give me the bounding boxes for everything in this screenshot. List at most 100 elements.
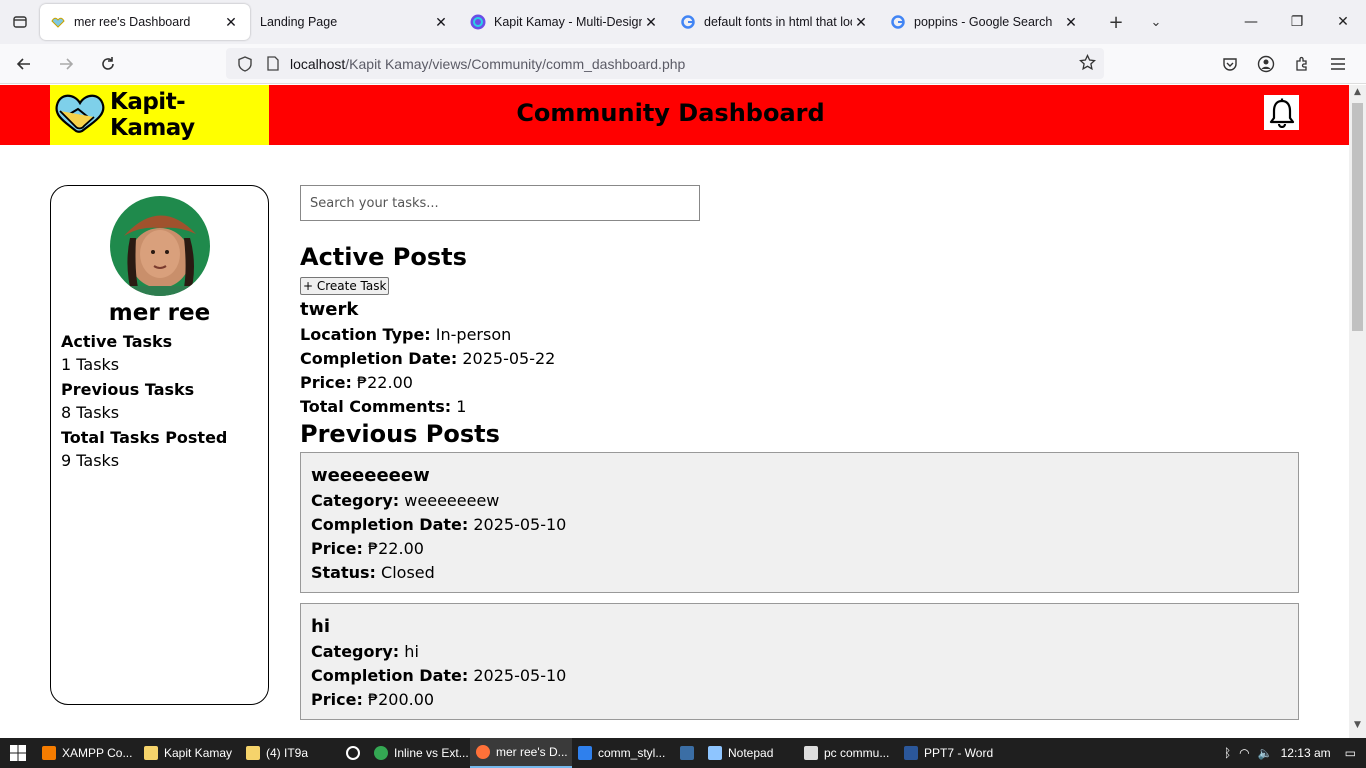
new-tab-icon[interactable]: + bbox=[1096, 12, 1136, 33]
taskbar-item-xampp[interactable]: XAMPP Co... bbox=[36, 738, 138, 768]
google-favicon-icon bbox=[680, 14, 696, 30]
stat-value-total: 9 Tasks bbox=[61, 451, 120, 470]
previous-post-card[interactable]: hi Category: hi Completion Date: 2025-05… bbox=[300, 603, 1299, 720]
folder-icon bbox=[246, 746, 260, 760]
browser-tab-poppins[interactable]: poppins - Google Search ✕ bbox=[880, 4, 1090, 40]
post-location: Location Type: In-person bbox=[300, 325, 512, 344]
stat-value-previous: 8 Tasks bbox=[61, 403, 120, 422]
post-category: Category: hi bbox=[311, 642, 419, 661]
system-tray: ᛒ ◠ 🔈 12:13 am ▭ bbox=[1220, 738, 1366, 768]
url-host: localhost bbox=[290, 55, 346, 72]
post-price: Price: ₱22.00 bbox=[300, 373, 413, 392]
pocket-icon[interactable] bbox=[1212, 56, 1248, 72]
taskbar-item-notepad[interactable]: Notepad bbox=[702, 738, 798, 768]
taskbar-item-folder-it9a[interactable]: (4) IT9a bbox=[240, 738, 340, 768]
minimize-icon[interactable]: — bbox=[1228, 0, 1274, 44]
tab-title: Landing Page bbox=[260, 15, 338, 29]
close-tab-icon[interactable]: ✕ bbox=[642, 14, 660, 31]
page-viewport: Kapit-Kamay Community Dashboard mer ree … bbox=[0, 85, 1349, 738]
bookmark-star-icon[interactable] bbox=[1079, 53, 1096, 74]
post-price: Price: ₱200.00 bbox=[311, 690, 435, 709]
taskbar-item-folder[interactable]: Kapit Kamay bbox=[138, 738, 240, 768]
post-completion-date: Completion Date: 2025-05-22 bbox=[300, 349, 556, 368]
post-price: Price: ₱22.00 bbox=[311, 539, 424, 558]
stat-value-active: 1 Tasks bbox=[61, 355, 120, 374]
active-post[interactable]: twerk Location Type: In-person Completio… bbox=[300, 299, 1300, 416]
taskbar: XAMPP Co... Kapit Kamay (4) IT9a Inline … bbox=[0, 738, 1366, 768]
canva-favicon-icon bbox=[470, 14, 486, 30]
xampp-icon bbox=[42, 746, 56, 760]
browser-tab-strip: mer ree's Dashboard ✕ Landing Page ✕ Kap… bbox=[0, 0, 1366, 44]
forward-arrow-icon[interactable] bbox=[48, 48, 84, 80]
image-icon bbox=[804, 746, 818, 760]
scrollbar-thumb[interactable] bbox=[1352, 103, 1363, 331]
taskbar-item-vscode[interactable]: comm_styl... bbox=[572, 738, 674, 768]
create-task-button[interactable]: + Create Task bbox=[300, 277, 390, 295]
scroll-down-icon[interactable]: ▼ bbox=[1349, 720, 1366, 736]
page-scrollbar[interactable]: ▲ ▼ bbox=[1349, 85, 1366, 738]
menu-hamburger-icon[interactable] bbox=[1320, 57, 1356, 71]
extensions-icon[interactable] bbox=[1284, 56, 1320, 72]
tab-title: Kapit Kamay - Multi-Design - bbox=[494, 15, 642, 29]
close-tab-icon[interactable]: ✕ bbox=[222, 14, 240, 31]
google-favicon-icon bbox=[890, 14, 906, 30]
stat-label-active: Active Tasks bbox=[61, 332, 173, 351]
browser-tab-canva[interactable]: Kapit Kamay - Multi-Design - ✕ bbox=[460, 4, 670, 40]
folder-icon bbox=[144, 746, 158, 760]
taskbar-item-firefox[interactable]: mer ree's D... bbox=[470, 738, 572, 768]
close-tab-icon[interactable]: ✕ bbox=[852, 14, 870, 31]
site-header: Kapit-Kamay Community Dashboard bbox=[0, 85, 1349, 145]
tab-overflow-chevron-icon[interactable]: ⌄ bbox=[1136, 15, 1176, 30]
previous-post-card[interactable]: weeeeeeew Category: weeeeeeew Completion… bbox=[300, 452, 1299, 593]
firefox-icon bbox=[476, 745, 490, 759]
reload-icon[interactable] bbox=[90, 48, 126, 80]
post-completion-date: Completion Date: 2025-05-10 bbox=[311, 515, 567, 534]
taskbar-item-photos[interactable]: pc commu... bbox=[798, 738, 898, 768]
browser-tab-landing[interactable]: Landing Page ✕ bbox=[250, 4, 460, 40]
restore-icon[interactable]: ❐ bbox=[1274, 0, 1320, 44]
profile-name: mer ree bbox=[108, 300, 211, 326]
windows-start-icon[interactable] bbox=[0, 738, 36, 768]
avatar bbox=[109, 196, 210, 296]
search-input[interactable] bbox=[300, 185, 700, 221]
bluetooth-icon[interactable]: ᛒ bbox=[1220, 746, 1235, 760]
post-completion-date: Completion Date: 2025-05-10 bbox=[311, 666, 567, 685]
tab-list-icon[interactable] bbox=[0, 0, 40, 44]
page-icon[interactable] bbox=[262, 56, 284, 71]
main-content: Active Posts + Create Task twerk Locatio… bbox=[300, 185, 1300, 730]
notification-bell-icon[interactable] bbox=[1264, 95, 1299, 130]
browser-tab-dashboard[interactable]: mer ree's Dashboard ✕ bbox=[40, 4, 250, 40]
vscode-icon bbox=[578, 746, 592, 760]
taskbar-item-chrome[interactable]: Inline vs Ext... bbox=[368, 738, 470, 768]
notifications-icon[interactable]: ▭ bbox=[1335, 746, 1366, 760]
active-posts-heading: Active Posts bbox=[300, 243, 467, 271]
previous-posts-heading: Previous Posts bbox=[300, 420, 500, 448]
post-title: twerk bbox=[300, 299, 359, 320]
clock[interactable]: 12:13 am bbox=[1277, 746, 1335, 760]
close-tab-icon[interactable]: ✕ bbox=[432, 14, 450, 31]
close-window-icon[interactable]: ✕ bbox=[1320, 0, 1366, 44]
post-category: Category: weeeeeeew bbox=[311, 491, 500, 510]
back-arrow-icon[interactable] bbox=[6, 48, 42, 80]
tab-title: poppins - Google Search bbox=[914, 15, 1053, 29]
page-title: Community Dashboard bbox=[516, 99, 825, 127]
tab-title: default fonts in html that lool bbox=[704, 15, 852, 29]
chrome-icon bbox=[374, 746, 388, 760]
taskbar-item-word[interactable]: PPT7 - Word bbox=[898, 738, 998, 768]
shield-icon[interactable] bbox=[234, 55, 256, 72]
wifi-icon[interactable]: ◠ bbox=[1235, 746, 1253, 760]
taskbar-item-recorder[interactable] bbox=[340, 738, 368, 768]
url-path: /Kapit Kamay/views/Community/comm_dashbo… bbox=[345, 55, 686, 72]
account-icon[interactable] bbox=[1248, 55, 1284, 73]
tab-title: mer ree's Dashboard bbox=[74, 15, 191, 29]
taskbar-item-app[interactable] bbox=[674, 738, 702, 768]
url-bar[interactable]: localhost/Kapit Kamay/views/Community/co… bbox=[226, 48, 1104, 79]
volume-icon[interactable]: 🔈 bbox=[1254, 746, 1277, 760]
profile-card: mer ree Active Tasks 1 Tasks Previous Ta… bbox=[50, 185, 269, 705]
close-tab-icon[interactable]: ✕ bbox=[1062, 14, 1080, 31]
scroll-up-icon[interactable]: ▲ bbox=[1349, 87, 1366, 103]
post-title: hi bbox=[311, 616, 330, 637]
handshake-favicon-icon bbox=[50, 14, 66, 30]
post-title: weeeeeeew bbox=[311, 465, 430, 486]
browser-tab-google-fonts[interactable]: default fonts in html that lool ✕ bbox=[670, 4, 880, 40]
